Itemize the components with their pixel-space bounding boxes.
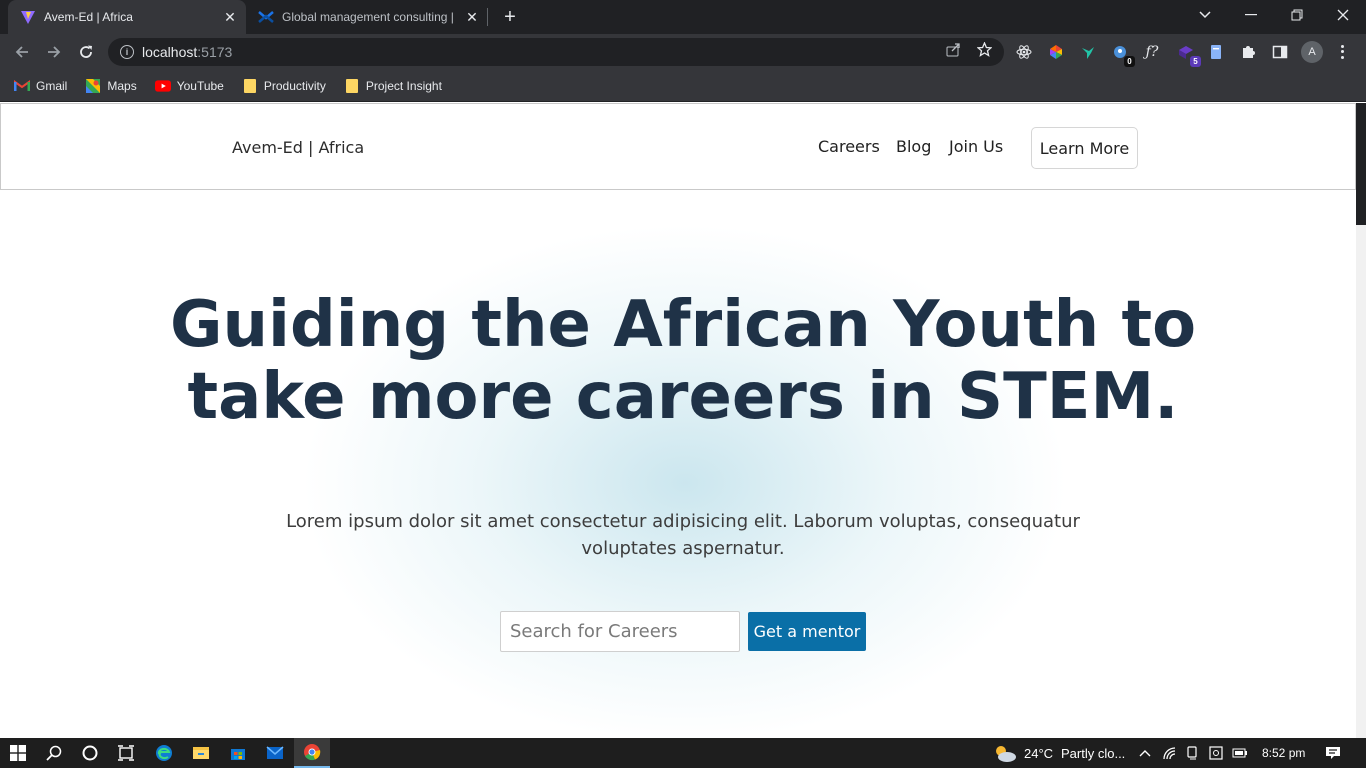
browser-toolbar: i localhost:5173 0 ƒ? 5 (0, 34, 1366, 70)
bookmarks-bar: Gmail Maps YouTube Productivity Project … (0, 70, 1366, 102)
bookmark-folder-productivity[interactable]: Productivity (242, 78, 326, 94)
extension-count-badge: 5 (1190, 56, 1201, 67)
hero-title: Guiding the African Youth to take more c… (0, 289, 1356, 433)
scrollbar-thumb[interactable] (1356, 103, 1366, 225)
tab-title: Avem-Ed | Africa (44, 10, 133, 24)
tab-avem-ed[interactable]: Avem-Ed | Africa ✕ (8, 0, 246, 34)
edge-icon[interactable] (146, 738, 182, 768)
nav-join-us[interactable]: Join Us (949, 137, 1003, 156)
weather-cloud-icon[interactable] (992, 742, 1018, 764)
nav-blog[interactable]: Blog (896, 137, 931, 156)
tab-search-icon[interactable] (1182, 0, 1228, 30)
folder-icon (242, 78, 258, 94)
search-icon[interactable] (36, 738, 72, 768)
url-host: localhost (142, 44, 198, 60)
career-search-input[interactable] (500, 611, 740, 652)
bookmark-label: Maps (107, 78, 137, 93)
mail-icon[interactable] (257, 738, 293, 768)
bookmark-maps[interactable]: Maps (85, 78, 137, 94)
notification-center-icon[interactable] (1325, 745, 1341, 761)
cortana-icon[interactable] (72, 738, 108, 768)
nav-careers[interactable]: Careers (818, 137, 880, 156)
network-icon[interactable] (1162, 745, 1178, 761)
share-icon[interactable] (946, 42, 961, 61)
page-viewport: Avem-Ed | Africa Careers Blog Join Us Le… (0, 103, 1356, 738)
hummingbird-icon[interactable] (1078, 42, 1098, 62)
side-panel-icon[interactable] (1270, 42, 1290, 62)
restore-icon[interactable] (1274, 0, 1320, 30)
screen-capture-icon[interactable] (1208, 745, 1224, 761)
weather-description[interactable]: Partly clo... (1061, 738, 1125, 768)
gmail-icon (14, 78, 30, 94)
tab-global-management[interactable]: Global management consulting | ✕ (248, 0, 488, 34)
tab-title: Global management consulting | (282, 10, 454, 24)
folder-icon (344, 78, 360, 94)
learn-more-button[interactable]: Learn More (1031, 127, 1138, 169)
bookmark-label: Gmail (36, 78, 68, 93)
get-mentor-button[interactable]: Get a mentor (748, 612, 866, 651)
hero-title-line-1: Guiding the African Youth to (169, 288, 1197, 362)
bookmark-label: Productivity (263, 78, 326, 93)
close-icon[interactable]: ✕ (462, 7, 482, 27)
color-picker-icon[interactable] (1046, 42, 1066, 62)
site-brand[interactable]: Avem-Ed | Africa (232, 138, 364, 157)
close-window-icon[interactable] (1320, 0, 1366, 30)
close-icon[interactable]: ✕ (220, 7, 240, 27)
mckinsey-icon (258, 9, 274, 25)
extension-purple-icon[interactable]: 5 (1176, 42, 1201, 67)
chrome-taskbar-icon[interactable] (294, 738, 330, 768)
site-info-icon[interactable]: i (120, 45, 134, 59)
chevron-up-icon[interactable] (1137, 745, 1153, 761)
windows-taskbar: 24°C Partly clo... 8:52 pm (0, 738, 1366, 768)
address-bar[interactable]: i localhost:5173 (108, 38, 1004, 66)
bookmark-label: YouTube (176, 78, 224, 93)
bookmark-star-icon[interactable] (976, 41, 993, 61)
hero-subtitle: Lorem ipsum dolor sit amet consectetur a… (286, 511, 1080, 559)
extensions-puzzle-icon[interactable] (1238, 42, 1258, 62)
profile-avatar[interactable]: A (1301, 41, 1323, 63)
windows-start-icon[interactable] (0, 738, 36, 768)
battery-icon[interactable] (1232, 745, 1248, 761)
react-devtools-icon[interactable] (1014, 42, 1034, 62)
clock-time[interactable]: 8:52 pm (1262, 738, 1305, 768)
back-icon[interactable] (10, 40, 34, 64)
extension-badge-icon[interactable]: 0 (1110, 42, 1135, 67)
kebab-menu-icon[interactable] (1337, 41, 1347, 63)
fonts-ninja-icon[interactable]: ƒ? (1142, 42, 1162, 62)
extension-count-badge: 0 (1124, 56, 1135, 67)
tab-strip: Avem-Ed | Africa ✕ Global management con… (0, 0, 1366, 34)
minimize-icon[interactable] (1228, 0, 1274, 30)
bookmark-folder-project-insight[interactable]: Project Insight (344, 78, 442, 94)
maps-icon (85, 78, 101, 94)
bookmark-youtube[interactable]: YouTube (154, 78, 224, 94)
reload-icon[interactable] (74, 40, 98, 64)
url-port: :5173 (197, 44, 233, 60)
vite-icon (20, 9, 36, 25)
tab-divider (487, 8, 488, 26)
microsoft-store-icon[interactable] (220, 738, 256, 768)
hero-title-line-2: take more careers in STEM. (187, 360, 1179, 434)
weather-temperature[interactable]: 24°C (1024, 738, 1053, 768)
document-extension-icon[interactable] (1206, 42, 1226, 62)
file-explorer-icon[interactable] (183, 738, 219, 768)
page-scrollbar[interactable] (1356, 103, 1366, 738)
new-tab-icon[interactable]: + (499, 6, 521, 28)
task-view-icon[interactable] (108, 738, 144, 768)
site-header: Avem-Ed | Africa Careers Blog Join Us Le… (0, 103, 1356, 190)
bookmark-label: Project Insight (365, 78, 442, 93)
meet-now-icon[interactable] (1185, 745, 1201, 761)
youtube-icon (154, 78, 171, 94)
forward-icon[interactable] (42, 40, 66, 64)
bookmark-gmail[interactable]: Gmail (14, 78, 67, 94)
